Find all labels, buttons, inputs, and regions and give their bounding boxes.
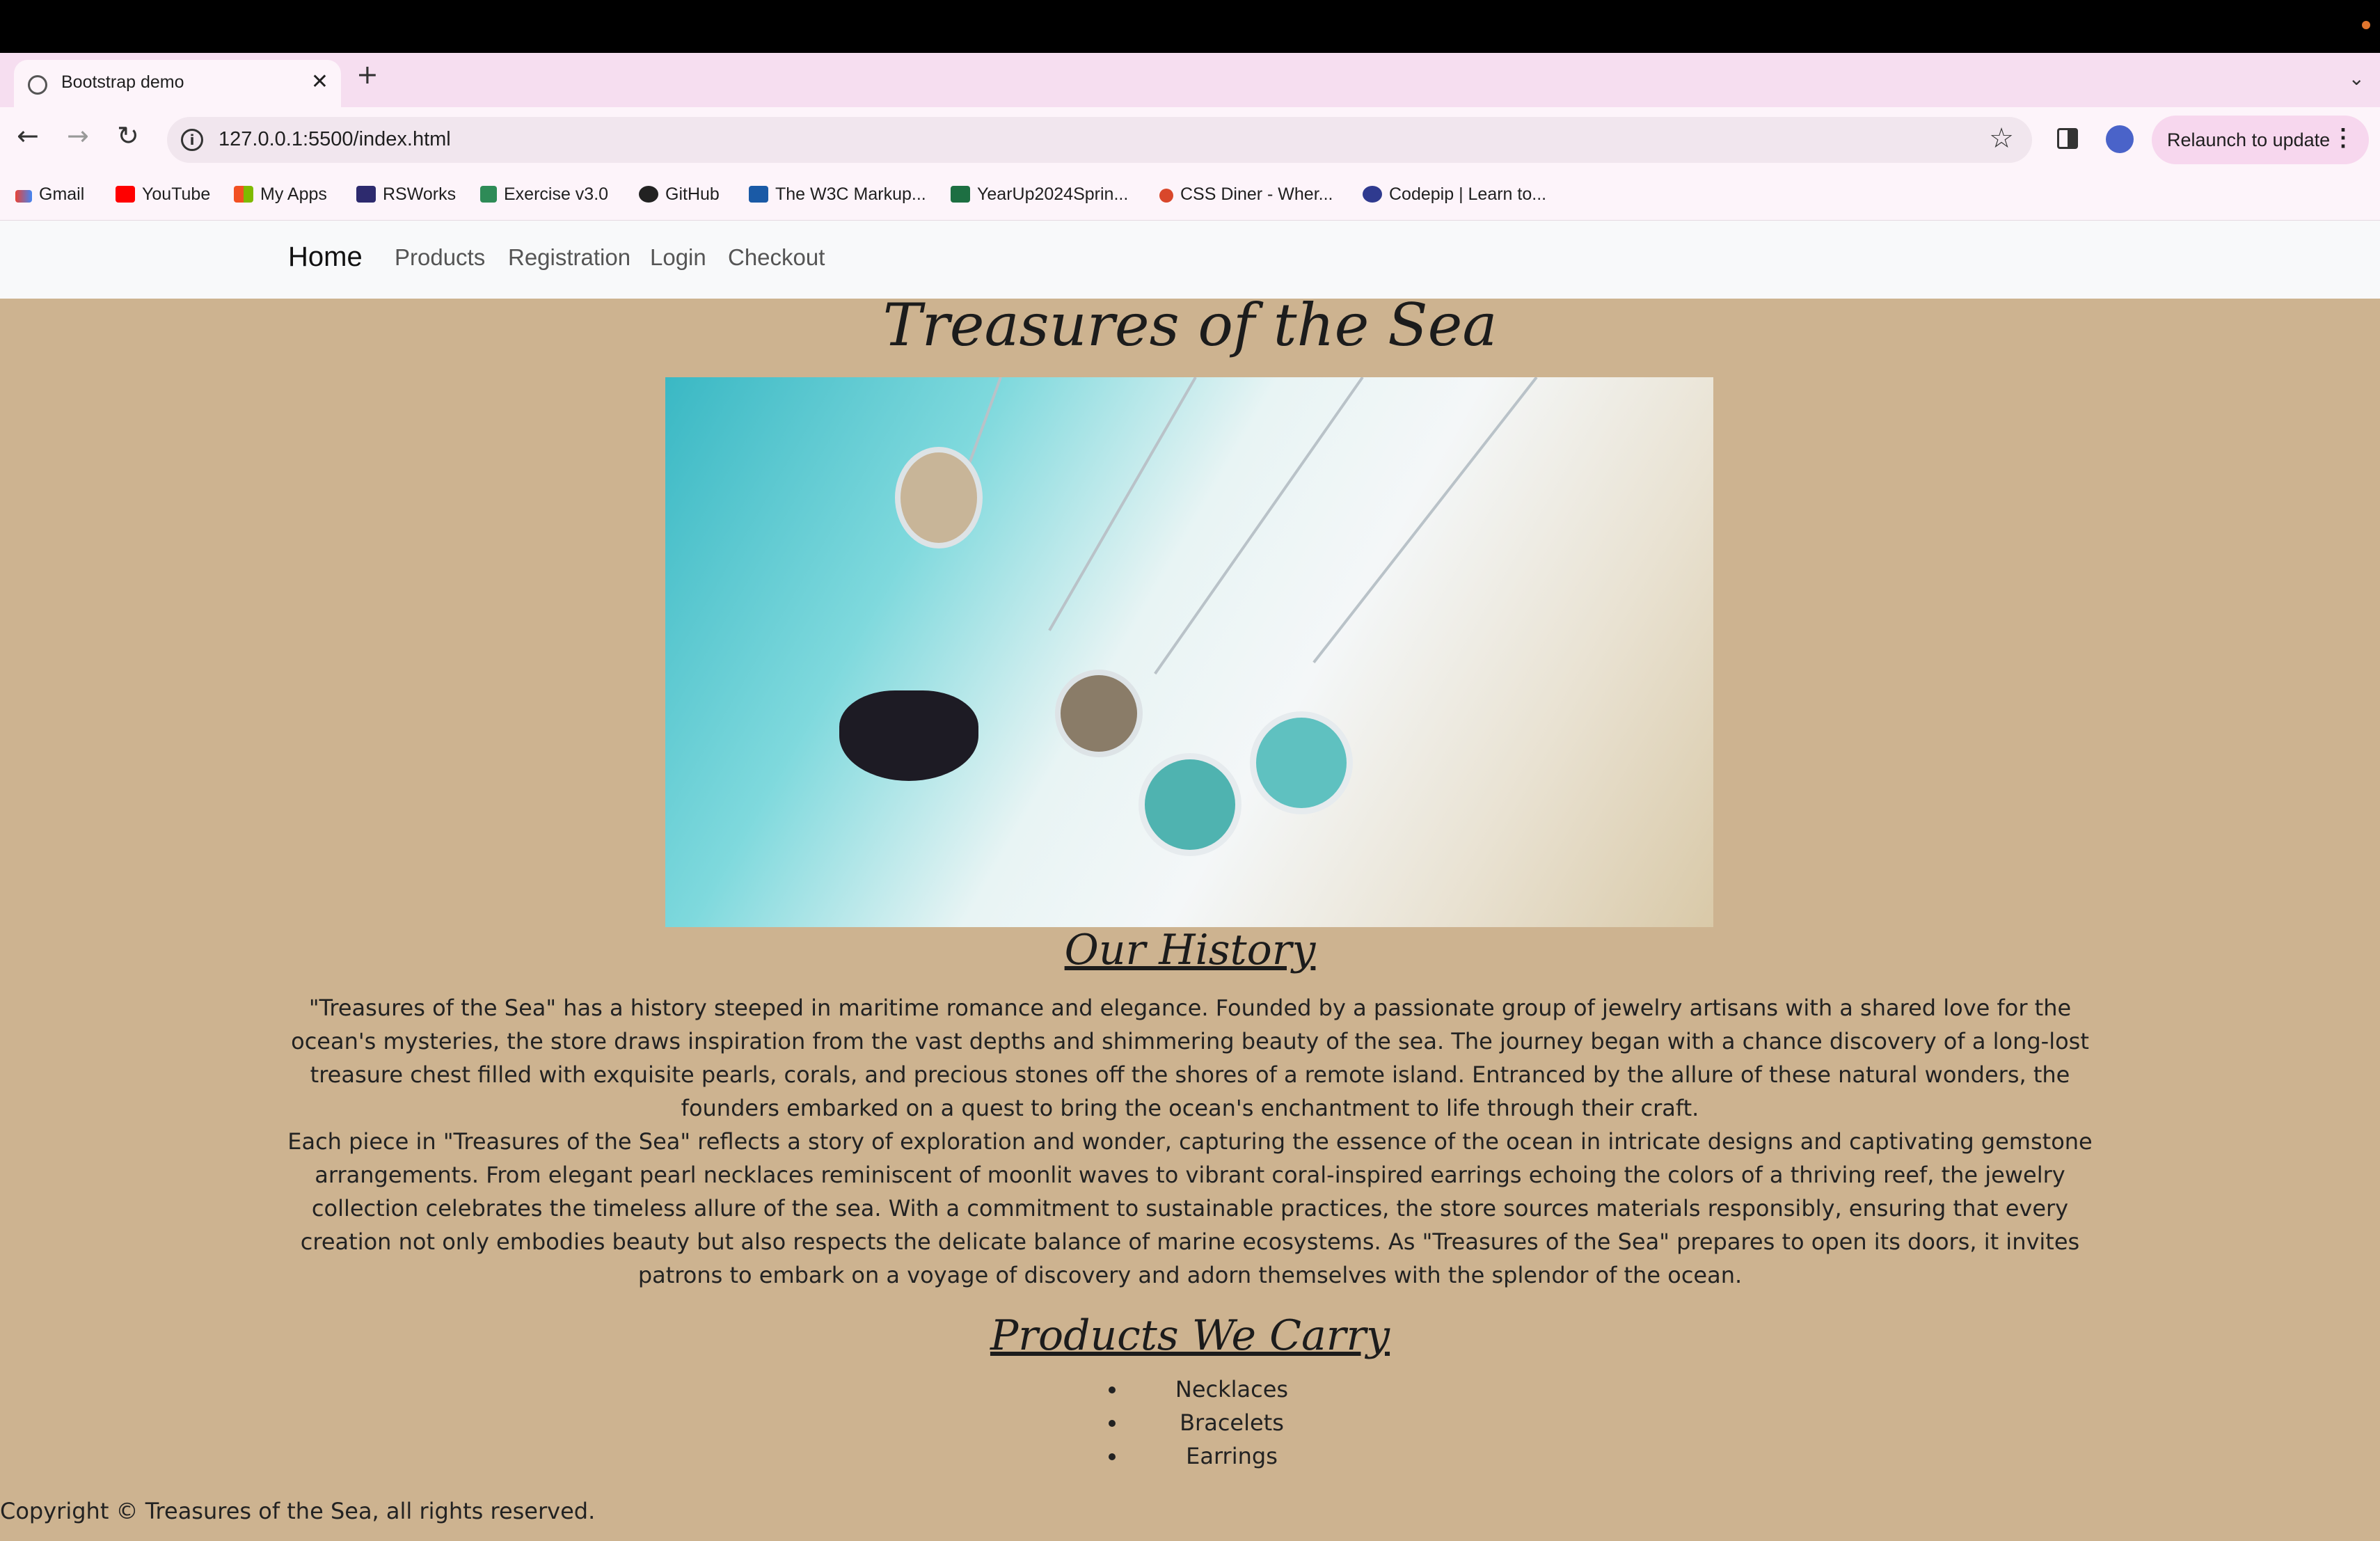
bookmark-label: YouTube (142, 184, 211, 204)
nav-home-link[interactable]: Home (288, 242, 363, 273)
bookmark-w3c[interactable]: The W3C Markup... (749, 184, 926, 205)
codepip-icon (1363, 186, 1382, 203)
site-navbar: Home Products Registration Login Checkou… (0, 221, 2380, 299)
profile-avatar[interactable] (2106, 125, 2134, 153)
footer-copyright: Copyright © Treasures of the Sea, all ri… (0, 1498, 596, 1524)
bookmark-star-icon[interactable]: ☆ (1989, 123, 2014, 155)
list-item: Bracelets (1127, 1406, 1336, 1439)
wave-pendant (1250, 711, 1353, 814)
products-heading: Products We Carry (990, 1311, 1390, 1360)
whale-tail-pendant (839, 690, 978, 781)
w3c-icon (749, 186, 768, 203)
browser-tab[interactable]: Bootstrap demo ✕ (14, 60, 341, 107)
menu-dots-icon: ⋮ (2331, 125, 2355, 151)
bookmark-github[interactable]: GitHub (639, 184, 720, 205)
bookmark-label: YearUp2024Sprin... (977, 184, 1129, 204)
forward-icon[interactable]: → (67, 123, 89, 149)
tab-title: Bootstrap demo (61, 72, 184, 92)
history-heading: Our History (1064, 926, 1316, 974)
globe-icon (28, 75, 47, 95)
bookmark-label: CSS Diner - Wher... (1180, 184, 1333, 204)
list-item: Earrings (1127, 1439, 1336, 1473)
address-bar[interactable]: i 127.0.0.1:5500/index.html ☆ (167, 117, 2032, 163)
new-tab-icon[interactable]: + (356, 61, 379, 88)
bookmarks-bar: Gmail YouTube My Apps RSWorks Exercise v… (0, 173, 2380, 221)
back-icon[interactable]: ← (17, 123, 39, 149)
exercise-icon (480, 186, 497, 203)
nav-registration-link[interactable]: Registration (508, 244, 630, 271)
excel-icon (951, 186, 970, 203)
necklace-chain (1312, 377, 1538, 663)
turtle-pendant (1055, 670, 1143, 757)
bookmark-label: Codepip | Learn to... (1389, 184, 1547, 204)
bookmark-rsworks[interactable]: RSWorks (356, 184, 456, 205)
history-paragraph: Each piece in "Treasures of the Sea" ref… (287, 1128, 2093, 1288)
bookmark-label: Exercise v3.0 (504, 184, 609, 204)
wave-pendant (1139, 753, 1241, 856)
bookmark-label: Gmail (39, 184, 85, 204)
relaunch-label: Relaunch to update (2167, 129, 2331, 150)
reload-icon[interactable]: ↻ (117, 123, 139, 149)
bookmark-label: The W3C Markup... (775, 184, 926, 204)
jellyfish-pendant (895, 447, 983, 548)
bookmark-youtube[interactable]: YouTube (116, 184, 210, 205)
recording-indicator-icon (2362, 21, 2370, 29)
bookmark-label: RSWorks (383, 184, 457, 204)
apps-grid-icon (234, 186, 253, 203)
list-item: Necklaces (1127, 1373, 1336, 1406)
necklace-chain (1048, 377, 1197, 631)
bookmark-label: GitHub (665, 184, 720, 204)
page-title: Treasures of the Sea (882, 291, 1498, 359)
gmail-icon (15, 190, 32, 203)
github-icon (639, 186, 658, 203)
products-list: Necklaces Bracelets Earrings (1086, 1373, 1336, 1473)
youtube-icon (116, 186, 135, 203)
tab-search-chevron-icon[interactable]: ⌄ (2349, 67, 2365, 90)
hero-image (665, 377, 1713, 927)
nav-checkout-link[interactable]: Checkout (728, 244, 825, 271)
relaunch-button[interactable]: Relaunch to update ⋮ (2152, 116, 2369, 164)
css-diner-icon (1159, 189, 1173, 203)
history-paragraph: "Treasures of the Sea" has a history ste… (291, 995, 2089, 1121)
history-text: "Treasures of the Sea" has a history ste… (285, 991, 2095, 1292)
bookmark-yearup[interactable]: YearUp2024Sprin... (951, 184, 1128, 205)
bookmark-css-diner[interactable]: CSS Diner - Wher... (1159, 184, 1333, 205)
bookmark-gmail[interactable]: Gmail (15, 184, 84, 205)
bookmark-my-apps[interactable]: My Apps (234, 184, 327, 205)
url-text[interactable]: 127.0.0.1:5500/index.html (219, 128, 451, 151)
rsworks-icon (356, 186, 376, 203)
side-panel-icon[interactable] (2057, 128, 2078, 149)
bookmark-label: My Apps (260, 184, 327, 204)
os-top-bar (0, 0, 2380, 53)
nav-login-link[interactable]: Login (650, 244, 706, 271)
close-tab-icon[interactable]: ✕ (311, 70, 328, 94)
site-info-icon[interactable]: i (181, 129, 203, 151)
bookmark-exercise[interactable]: Exercise v3.0 (480, 184, 608, 205)
bookmark-codepip[interactable]: Codepip | Learn to... (1363, 184, 1546, 205)
nav-products-link[interactable]: Products (395, 244, 485, 271)
necklace-chain (1154, 377, 1364, 675)
browser-toolbar: ← → ↻ i 127.0.0.1:5500/index.html ☆ Rela… (0, 107, 2380, 173)
